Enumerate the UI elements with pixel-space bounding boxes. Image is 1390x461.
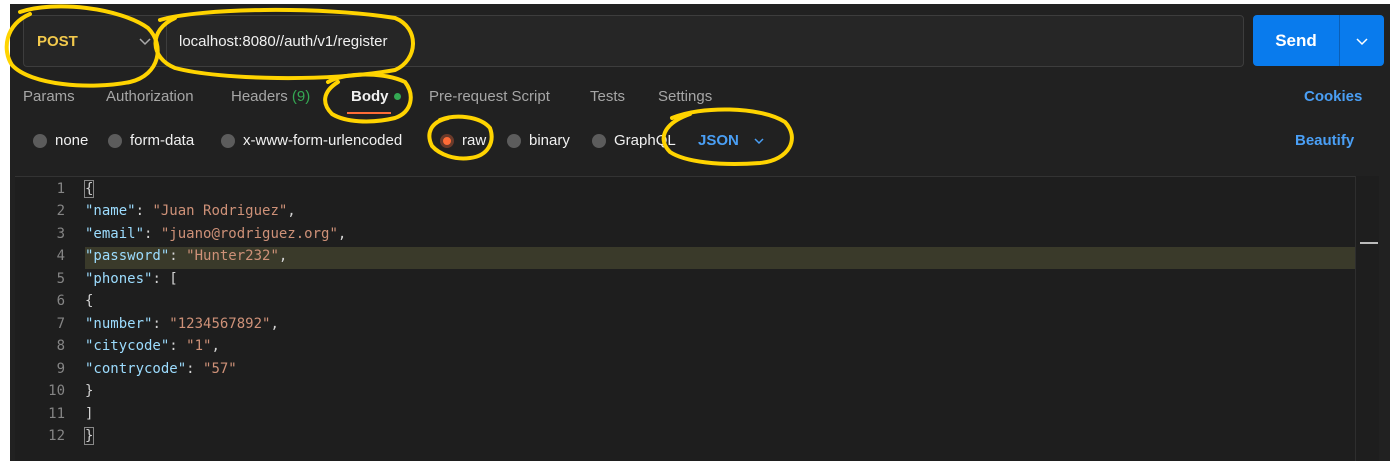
postman-request-panel: POST localhost:8080//auth/v1/register Se… bbox=[10, 4, 1390, 461]
format-select[interactable]: JSON bbox=[698, 132, 765, 149]
url-text: localhost:8080//auth/v1/register bbox=[179, 32, 388, 50]
json-string: "57" bbox=[203, 361, 237, 377]
line-number: 11 bbox=[48, 406, 65, 422]
tab-pre-request-script[interactable]: Pre-request Script bbox=[429, 88, 550, 105]
body-type-raw[interactable]: raw bbox=[440, 132, 486, 149]
radio-label: GraphQL bbox=[614, 132, 676, 149]
send-options-button[interactable] bbox=[1340, 15, 1384, 66]
radio-label: form-data bbox=[130, 132, 195, 149]
body-type-graphql[interactable]: GraphQL bbox=[592, 132, 676, 149]
line-number: 8 bbox=[56, 338, 65, 354]
scrollbar-marker bbox=[1360, 242, 1378, 244]
tab-tests[interactable]: Tests bbox=[590, 88, 625, 105]
line-number: 6 bbox=[56, 293, 65, 309]
radio-icon bbox=[507, 133, 521, 148]
tab-params[interactable]: Params bbox=[23, 88, 75, 105]
tab-body-label: Body bbox=[351, 88, 389, 105]
radio-icon bbox=[592, 133, 606, 148]
code-line: "number": "1234567892", bbox=[85, 316, 279, 332]
json-punctuation: } bbox=[85, 383, 94, 399]
tab-body[interactable]: Body bbox=[351, 88, 401, 105]
radio-icon bbox=[33, 133, 47, 148]
url-input[interactable]: localhost:8080//auth/v1/register bbox=[166, 15, 1244, 67]
json-punctuation: } bbox=[83, 427, 95, 445]
json-string: "1234567892" bbox=[169, 316, 271, 332]
json-punctuation: { bbox=[83, 180, 95, 198]
method-label: POST bbox=[37, 32, 78, 50]
chevron-down-icon bbox=[1356, 37, 1368, 45]
json-key: "name" bbox=[85, 203, 136, 219]
code-line: } bbox=[85, 383, 93, 399]
radio-icon bbox=[108, 133, 122, 148]
active-tab-indicator bbox=[347, 112, 391, 114]
json-string: "juano@rodriguez.org" bbox=[160, 226, 338, 242]
code-line: { bbox=[85, 293, 93, 309]
radio-label: none bbox=[55, 132, 89, 149]
format-label: JSON bbox=[698, 132, 739, 149]
json-punctuation: [ bbox=[169, 271, 178, 287]
line-number: 10 bbox=[48, 383, 65, 399]
code-editor[interactable]: 1 2 3 4 5 6 7 8 9 10 11 12 { "name": "Ju… bbox=[15, 176, 1375, 461]
body-status-dot bbox=[393, 92, 401, 100]
json-punctuation: { bbox=[85, 293, 94, 309]
body-type-binary[interactable]: binary bbox=[507, 132, 570, 149]
cookies-link[interactable]: Cookies bbox=[1304, 88, 1362, 105]
code-line: ] bbox=[85, 406, 93, 422]
line-number: 3 bbox=[56, 226, 65, 242]
body-type-none[interactable]: none bbox=[33, 132, 88, 149]
json-string: "Juan Rodriguez" bbox=[152, 203, 288, 219]
json-string: "Hunter232" bbox=[186, 248, 279, 264]
chevron-down-icon bbox=[139, 38, 151, 46]
method-select[interactable]: POST bbox=[23, 15, 166, 67]
tab-authorization[interactable]: Authorization bbox=[106, 88, 194, 105]
json-key: "phones" bbox=[85, 271, 153, 287]
line-number: 7 bbox=[56, 316, 65, 332]
code-line: "name": "Juan Rodriguez", bbox=[85, 203, 296, 219]
json-string: "1" bbox=[186, 338, 212, 354]
line-number: 1 bbox=[56, 181, 65, 197]
json-key: "contrycode" bbox=[85, 361, 187, 377]
body-type-urlencoded[interactable]: x-www-form-urlencoded bbox=[221, 132, 402, 149]
radio-selected-icon bbox=[440, 133, 454, 148]
chevron-down-icon bbox=[754, 137, 764, 144]
json-key: "email" bbox=[85, 226, 145, 242]
body-type-form-data[interactable]: form-data bbox=[108, 132, 194, 149]
tab-settings[interactable]: Settings bbox=[658, 88, 712, 105]
tab-headers[interactable]: Headers (9) bbox=[231, 88, 310, 105]
code-line: "phones": [ bbox=[85, 271, 178, 287]
json-key: "number" bbox=[85, 316, 153, 332]
radio-icon bbox=[221, 133, 235, 148]
radio-label: raw bbox=[462, 132, 487, 149]
code-line: "citycode": "1", bbox=[85, 338, 220, 354]
code-line: "contrycode": "57" bbox=[85, 361, 237, 377]
json-key: "citycode" bbox=[85, 338, 170, 354]
radio-label: x-www-form-urlencoded bbox=[243, 132, 403, 149]
send-button-group: Send bbox=[1253, 15, 1384, 66]
line-number: 5 bbox=[56, 271, 65, 287]
beautify-link[interactable]: Beautify bbox=[1295, 132, 1354, 149]
code-line: } bbox=[83, 427, 95, 445]
json-punctuation: ] bbox=[85, 406, 94, 422]
editor-scrollbar[interactable] bbox=[1355, 176, 1379, 461]
send-button[interactable]: Send bbox=[1253, 15, 1339, 66]
headers-count-badge: (9) bbox=[291, 88, 311, 105]
tab-headers-label: Headers bbox=[231, 88, 288, 105]
line-number: 9 bbox=[56, 361, 65, 377]
line-number: 2 bbox=[56, 203, 65, 219]
code-line: "password": "Hunter232", bbox=[85, 248, 288, 264]
code-line: { bbox=[83, 180, 95, 198]
radio-label: binary bbox=[529, 132, 570, 149]
code-line: "email": "juano@rodriguez.org", bbox=[85, 226, 347, 242]
line-number: 12 bbox=[48, 428, 65, 444]
json-key: "password" bbox=[85, 248, 170, 264]
line-number: 4 bbox=[56, 248, 65, 264]
